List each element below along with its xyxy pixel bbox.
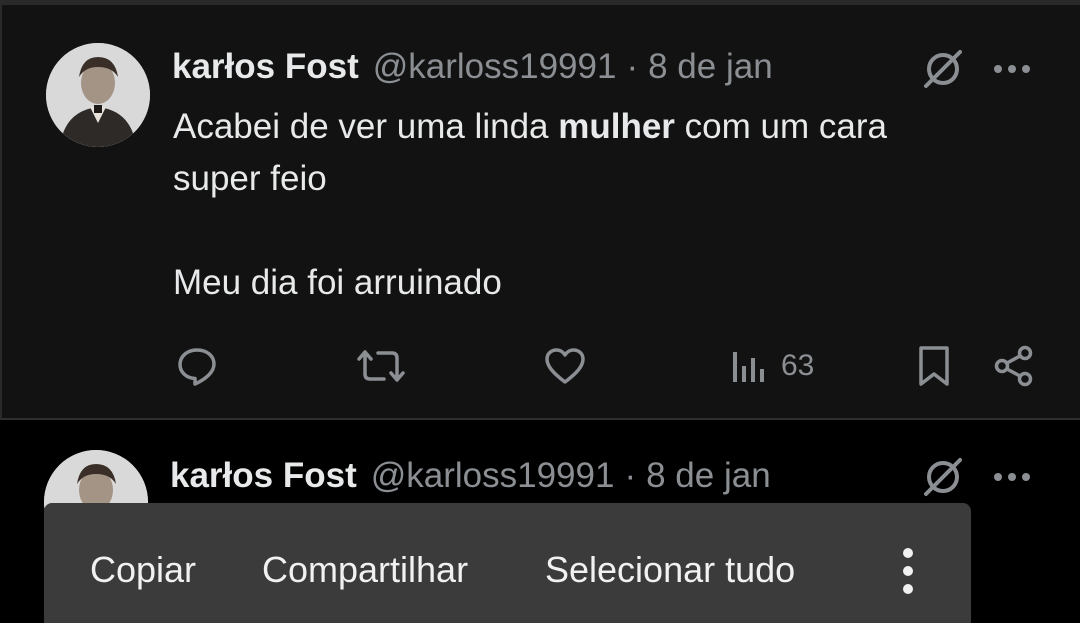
- bookmark-icon: [919, 346, 949, 386]
- like-button[interactable]: [543, 341, 587, 391]
- tweet-header: karłos Fost @karloss19991 · 8 de jan: [170, 454, 771, 498]
- retweet-button[interactable]: [356, 341, 406, 391]
- views-icon: [733, 352, 764, 382]
- author-name[interactable]: karłos Fost: [170, 456, 357, 496]
- more-vertical-icon[interactable]: [894, 547, 922, 595]
- views-count: 63: [781, 349, 815, 382]
- more-horizontal-icon[interactable]: [990, 467, 1034, 487]
- bookmark-button[interactable]: [914, 341, 954, 391]
- separator-dot: ·: [624, 456, 637, 495]
- share-button[interactable]: [992, 341, 1036, 391]
- tweet-line: Acabei de ver uma linda mulher com um ca…: [173, 101, 993, 153]
- more-horizontal-icon[interactable]: [990, 59, 1034, 79]
- heart-icon: [545, 348, 585, 384]
- reply-icon: [178, 348, 216, 386]
- grok-icon[interactable]: [921, 455, 965, 499]
- tweet-text-segment: Acabei de ver uma linda: [173, 107, 559, 146]
- reply-button[interactable]: [175, 341, 219, 391]
- separator-dot: ·: [626, 47, 639, 86]
- timestamp[interactable]: 8 de jan: [646, 456, 771, 496]
- avatar-portrait: [46, 43, 150, 147]
- menu-item-select-all[interactable]: Selecionar tudo: [545, 549, 795, 591]
- text-selection-menu: Copiar Compartilhar Selecionar tudo: [44, 503, 971, 623]
- author-name[interactable]: karłos Fost: [172, 47, 359, 87]
- tweet-line: super feio: [173, 159, 327, 198]
- views-button[interactable]: 63: [731, 341, 814, 391]
- tweet-text-bold: mulher: [558, 107, 675, 146]
- avatar[interactable]: [46, 43, 150, 147]
- share-icon: [994, 345, 1033, 387]
- tweet-text: Acabei de ver uma linda mulher com um ca…: [173, 101, 993, 309]
- timestamp[interactable]: 8 de jan: [648, 47, 773, 87]
- tweet-header: karłos Fost @karloss19991 · 8 de jan: [172, 45, 773, 89]
- tweet-text-segment: com um cara: [674, 107, 887, 146]
- retweet-icon: [357, 350, 405, 382]
- tweet-card[interactable]: karłos Fost @karloss19991 · 8 de jan Aca…: [0, 0, 1080, 420]
- grok-icon[interactable]: [921, 47, 965, 91]
- menu-item-share[interactable]: Compartilhar: [262, 549, 468, 591]
- tweet-actions: 63: [2, 341, 1080, 391]
- author-handle[interactable]: @karloss19991: [373, 47, 617, 87]
- tweet-line: Meu dia foi arruinado: [173, 263, 502, 302]
- author-handle[interactable]: @karloss19991: [371, 456, 615, 496]
- menu-item-copy[interactable]: Copiar: [90, 549, 196, 591]
